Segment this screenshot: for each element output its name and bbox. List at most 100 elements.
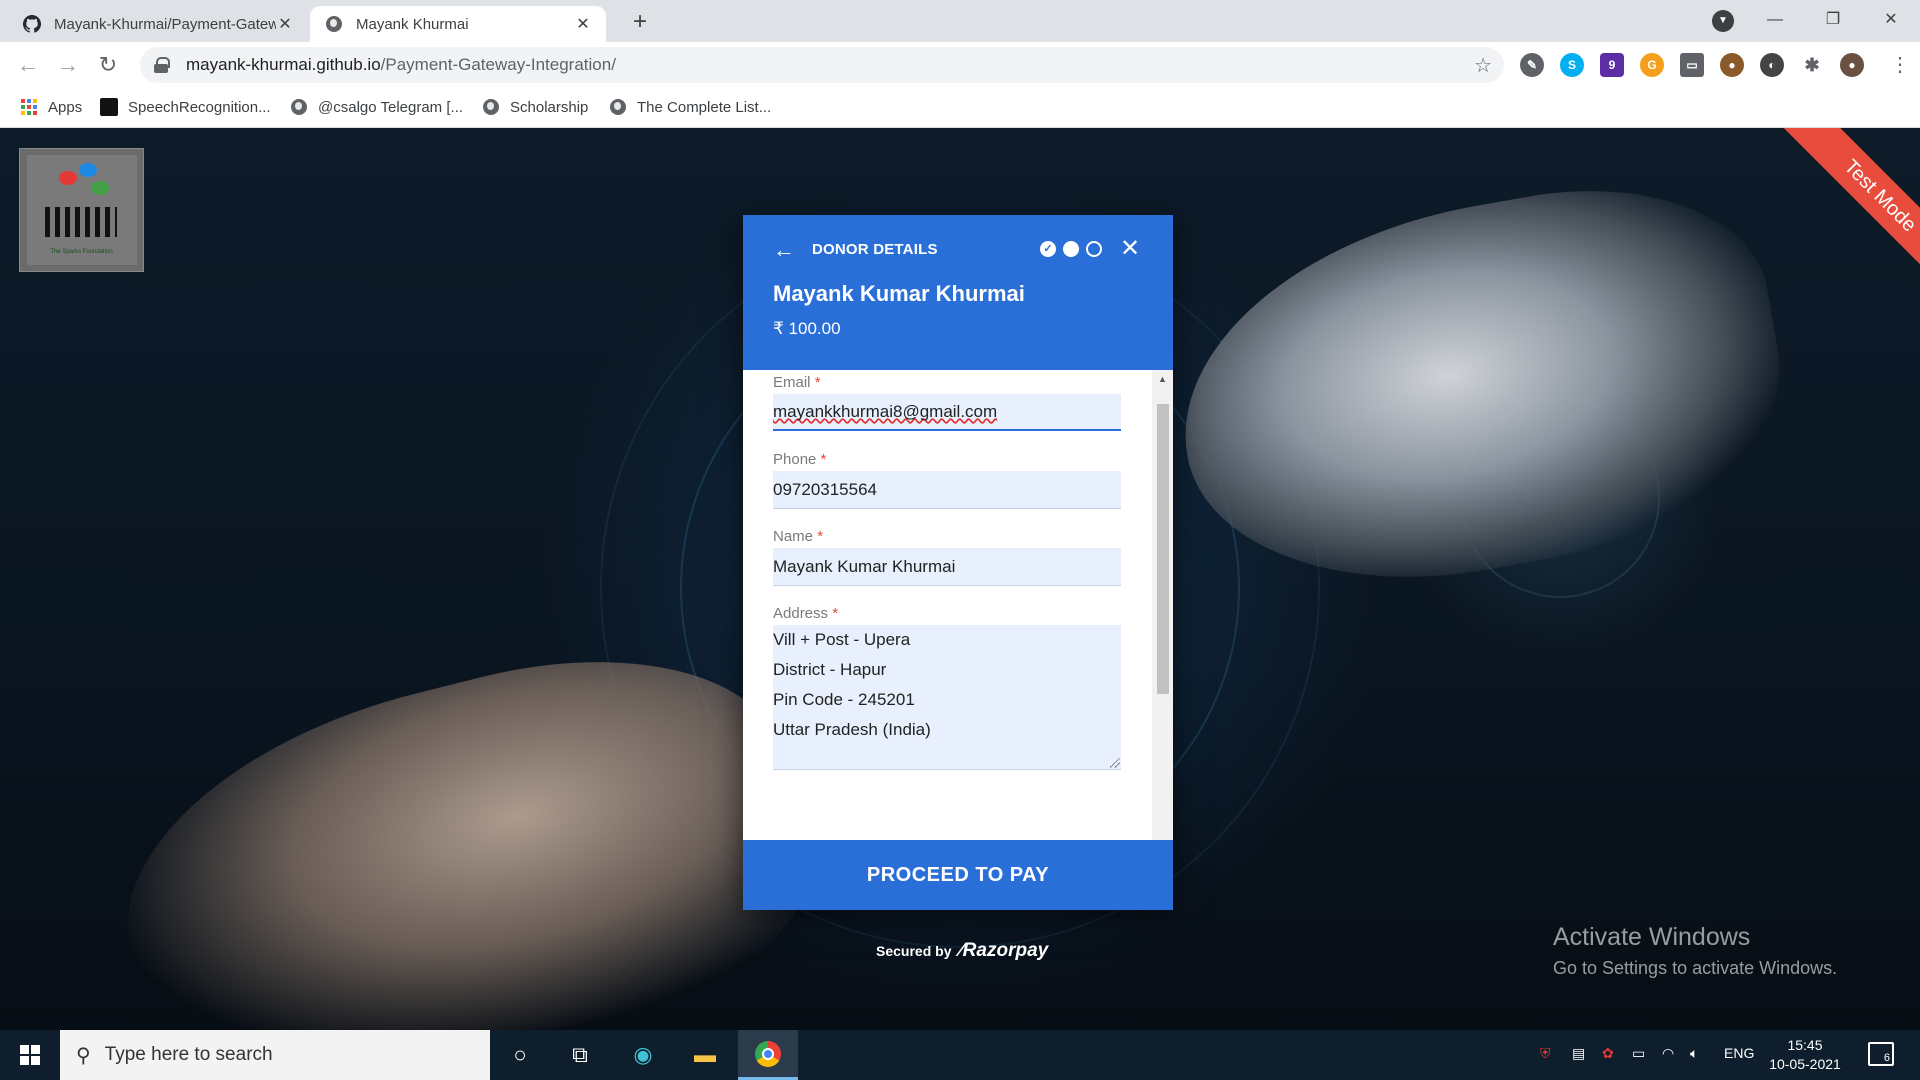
tray-colorful-icon[interactable]: ✿ [1602, 1045, 1614, 1062]
name-label: Name * [773, 528, 824, 545]
secured-by-razorpay: Secured by ⁄Razorpay [876, 940, 1048, 962]
browser-toolbar: ← → ↻ mayank-khurmai.github.io/Payment-G… [0, 42, 1920, 88]
scroll-thumb[interactable] [1157, 404, 1169, 694]
activate-windows-watermark: Activate Windows Go to Settings to activ… [1553, 923, 1837, 979]
apps-grid-icon [20, 98, 38, 116]
proceed-to-pay-button[interactable]: PROCEED TO PAY [743, 840, 1173, 910]
language-indicator[interactable]: ENG [1724, 1045, 1754, 1061]
tab-github[interactable]: Mayank-Khurmai/Payment-Gateway-Integrati… [8, 6, 308, 42]
checkout-header: ← DONOR DETAILS ✓ ✕ Mayank Kumar Khurmai… [743, 215, 1173, 370]
bookmark-label: Apps [48, 98, 83, 116]
bookmark-apps[interactable]: Apps [20, 94, 82, 120]
tab-title: Mayank Khurmai [356, 15, 469, 33]
bookmark-csalgo-telegram[interactable]: @csalgo Telegram [... [290, 94, 463, 120]
bookmark-scholarship[interactable]: Scholarship [482, 94, 588, 120]
windows-taskbar: ⚲ Type here to search ○ ⧉ ◉ ▬ ⛨ ▤ ✿ ▭ ◠ … [0, 1030, 1920, 1080]
task-view-icon[interactable]: ⧉ [550, 1030, 610, 1080]
cortana-icon[interactable]: ○ [490, 1030, 550, 1080]
close-icon[interactable]: ✕ [1120, 234, 1140, 263]
email-field[interactable]: mayankkhurmai8@gmail.com [773, 394, 1121, 431]
tab-mayank-khurmai[interactable]: Mayank Khurmai ✕ [310, 6, 606, 42]
activate-windows-title: Activate Windows [1553, 923, 1751, 951]
back-icon[interactable]: ← [14, 51, 42, 79]
g-extension-icon[interactable]: G [1640, 53, 1664, 77]
address-label: Address * [773, 605, 839, 622]
resize-handle-icon[interactable] [1110, 758, 1120, 768]
back-arrow-icon[interactable]: ← [773, 237, 795, 263]
name-field[interactable] [773, 548, 1121, 586]
battery-icon[interactable]: ▭ [1632, 1045, 1645, 1062]
taskbar-search-placeholder: Type here to search [104, 1044, 273, 1065]
address-field[interactable]: Vill + Post - Upera District - Hapur Pin… [773, 625, 1121, 770]
bookmark-label: Scholarship [510, 98, 589, 116]
globe-icon [609, 98, 627, 116]
search-icon: ⚲ [76, 1044, 91, 1067]
taskbar-clock[interactable]: 15:45 10-05-2021 [1760, 1036, 1850, 1074]
form-scrollbar[interactable]: ▲ [1152, 370, 1173, 840]
bookmark-speechrecognition[interactable]: SpeechRecognition... [100, 94, 271, 120]
graduation-extension-icon[interactable]: 9 [1600, 53, 1624, 77]
security-shield-icon[interactable]: ⛨ [1540, 1045, 1551, 1062]
cast-extension-icon[interactable]: ▭ [1680, 53, 1704, 77]
speech-bubble-icon [78, 163, 97, 177]
globe-icon [482, 98, 500, 116]
tray-app-icon[interactable]: ▤ [1572, 1045, 1585, 1062]
taskbar-search-box[interactable]: ⚲ Type here to search [60, 1030, 490, 1080]
step-title: DONOR DETAILS [812, 241, 938, 258]
foundation-logo[interactable]: The Sparks Foundation [19, 148, 144, 272]
reload-icon[interactable]: ↻ [94, 51, 122, 79]
skype-extension-icon[interactable]: S [1560, 53, 1584, 77]
chrome-taskbar-icon[interactable] [738, 1030, 798, 1080]
tab-search-icon[interactable]: ▼ [1712, 10, 1734, 32]
extensions-puzzle-icon[interactable]: ✱ [1800, 53, 1824, 77]
payment-amount: ₹ 100.00 [773, 319, 841, 338]
browser-tab-strip: Mayank-Khurmai/Payment-Gateway-Integrati… [0, 0, 1920, 42]
browser-menu-icon[interactable]: ⋮ [1890, 52, 1910, 77]
profile-avatar[interactable]: ● [1840, 53, 1864, 77]
clock-time: 15:45 [1787, 1037, 1823, 1053]
page-content: The Sparks Foundation Test Mode ← DONOR … [0, 128, 1920, 1030]
lock-icon [154, 57, 170, 73]
address-bar[interactable]: mayank-khurmai.github.io/Payment-Gateway… [140, 47, 1504, 83]
donor-form: Email * mayankkhurmai8@gmail.com Phone *… [743, 370, 1173, 840]
step-indicator: ✓ [1040, 241, 1102, 257]
phone-field[interactable] [773, 471, 1121, 509]
new-tab-button[interactable]: + [624, 8, 656, 36]
cookie-extension-icon[interactable]: ● [1720, 53, 1744, 77]
bookmark-complete-list[interactable]: The Complete List... [609, 94, 771, 120]
bookmark-label: The Complete List... [637, 98, 772, 116]
bookmark-label: @csalgo Telegram [... [318, 98, 464, 116]
clock-date: 10-05-2021 [1769, 1056, 1841, 1072]
raised-hands-icon [44, 207, 117, 237]
bookmark-star-icon[interactable]: ☆ [1474, 53, 1492, 78]
scroll-up-arrow-icon[interactable]: ▲ [1152, 374, 1173, 384]
email-label: Email * [773, 374, 821, 391]
eyedropper-extension-icon[interactable]: ✎ [1520, 53, 1544, 77]
step-complete-icon: ✓ [1040, 241, 1056, 257]
globe-icon [290, 98, 308, 116]
activate-windows-subtitle: Go to Settings to activate Windows. [1553, 958, 1838, 978]
secured-by-label: Secured by [876, 943, 952, 959]
forward-icon[interactable]: → [54, 51, 82, 79]
volume-icon[interactable]: 🔈︎ [1690, 1045, 1698, 1062]
step-pending-icon [1086, 241, 1102, 257]
minimize-window-icon[interactable]: — [1752, 4, 1798, 36]
windows-start-icon[interactable] [0, 1030, 60, 1080]
notification-center-icon[interactable]: 6 [1868, 1042, 1894, 1066]
razorpay-logo: ⁄Razorpay [959, 940, 1049, 961]
circle-extension-icon[interactable]: ◐ [1760, 53, 1784, 77]
close-tab-icon[interactable]: ✕ [574, 14, 592, 34]
wifi-icon[interactable]: ◠ [1662, 1045, 1674, 1062]
file-explorer-icon[interactable]: ▬ [675, 1030, 735, 1080]
close-window-icon[interactable]: ✕ [1868, 4, 1914, 36]
step-current-icon [1063, 241, 1079, 257]
edge-browser-icon[interactable]: ◉ [613, 1030, 673, 1080]
phone-label: Phone * [773, 451, 827, 468]
test-mode-ribbon: Test Mode [1759, 128, 1920, 317]
url-text: mayank-khurmai.github.io/Payment-Gateway… [186, 55, 616, 74]
close-tab-icon[interactable]: ✕ [276, 14, 294, 34]
bookmark-favicon-icon [100, 98, 118, 116]
github-icon [22, 14, 42, 34]
tab-title: Mayank-Khurmai/Payment-Gateway-Integrati… [54, 15, 276, 33]
restore-window-icon[interactable]: ❐ [1810, 4, 1856, 36]
